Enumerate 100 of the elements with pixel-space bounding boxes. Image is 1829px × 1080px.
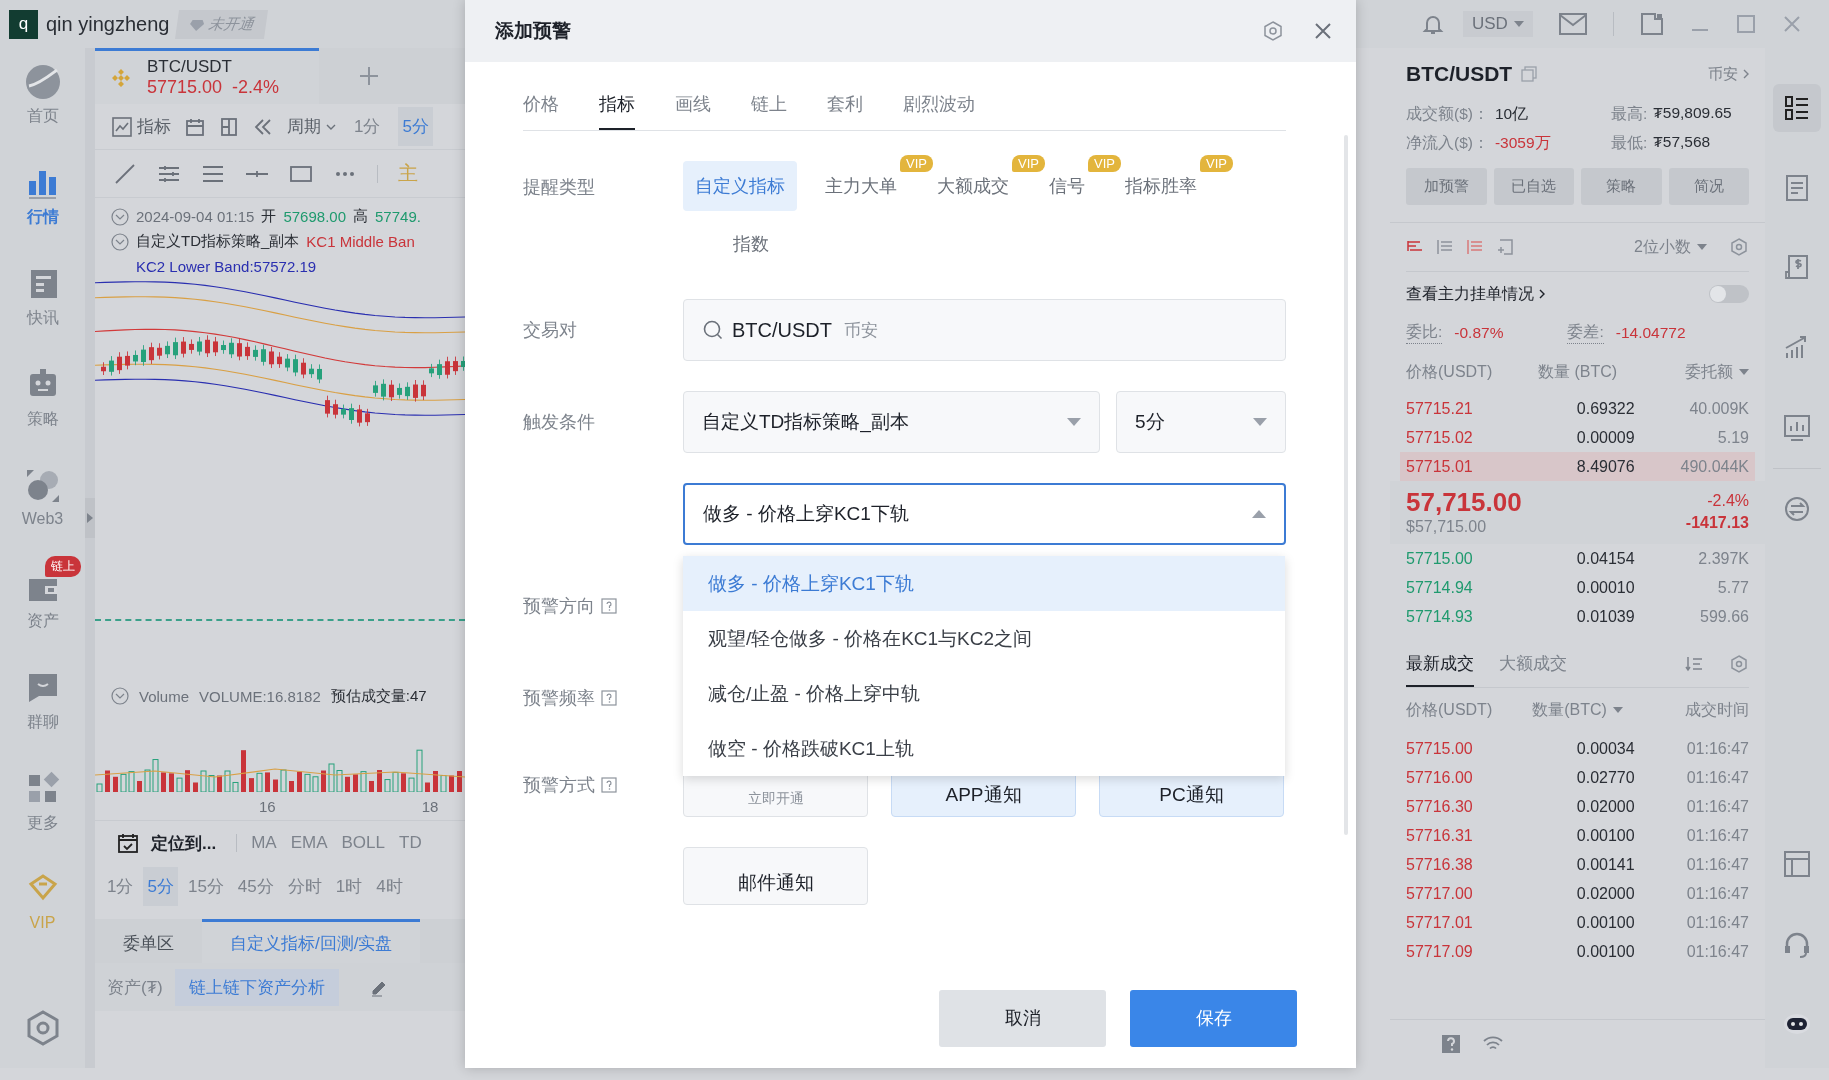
- sidebar-item[interactable]: VIP: [7, 856, 78, 957]
- sidebar-item[interactable]: 更多: [7, 755, 78, 856]
- close-icon[interactable]: [1781, 14, 1802, 34]
- alert-type-tab[interactable]: 价格: [523, 92, 559, 130]
- candle: [221, 340, 226, 355]
- currency-dropdown[interactable]: USD: [1463, 11, 1533, 37]
- collapse-handle[interactable]: [85, 498, 95, 538]
- sidebar-item[interactable]: Web3: [7, 452, 78, 553]
- period-tab[interactable]: 5分: [398, 107, 433, 146]
- toggle-switch[interactable]: [1709, 285, 1749, 303]
- line-tool-icon[interactable]: [113, 161, 137, 186]
- column-header[interactable]: 委托额: [1685, 361, 1749, 383]
- alert-type-tab[interactable]: 套利: [827, 92, 863, 130]
- ask-price: 57715.02: [1406, 428, 1474, 447]
- candle: [205, 334, 210, 358]
- help-icon[interactable]: [601, 598, 617, 614]
- action-button[interactable]: 简况: [1668, 168, 1749, 205]
- sidebar-item[interactable]: 行情: [7, 149, 78, 250]
- settings-icon[interactable]: [1729, 654, 1749, 674]
- action-button[interactable]: 加预警: [1406, 168, 1487, 205]
- period-tab[interactable]: 1分: [103, 866, 138, 906]
- period-tab[interactable]: 15分: [183, 866, 228, 906]
- symbol-price: 57715.00: [147, 77, 223, 98]
- trade-time: 01:16:47: [1686, 884, 1749, 903]
- copy-icon[interactable]: [1520, 65, 1539, 83]
- sidebar-item[interactable]: 链上 资产: [7, 553, 78, 654]
- action-button[interactable]: 策略: [1581, 168, 1662, 205]
- rewind-icon[interactable]: [253, 116, 273, 137]
- main-chart-button[interactable]: 主: [398, 160, 418, 187]
- calendar-icon[interactable]: [185, 116, 205, 137]
- volume-bar: [185, 770, 190, 792]
- collapse-icon[interactable]: [111, 232, 129, 251]
- collapse-icon[interactable]: [111, 207, 129, 226]
- settings-icon[interactable]: [1262, 20, 1284, 42]
- book-asks-icon[interactable]: [1466, 238, 1484, 256]
- book-bids-icon[interactable]: [1436, 238, 1454, 256]
- save-button[interactable]: 保存: [1130, 989, 1297, 1047]
- asset-analysis-button[interactable]: 链上链下资产分析: [174, 968, 339, 1006]
- help-icon[interactable]: [601, 777, 617, 793]
- trades-tab[interactable]: 大额成交: [1499, 641, 1567, 687]
- sidebar-item[interactable]: 策略: [7, 351, 78, 452]
- period-tab[interactable]: 4时: [372, 866, 407, 906]
- add-tab-icon[interactable]: [357, 64, 381, 88]
- period-tab[interactable]: 45分: [233, 866, 278, 906]
- user-avatar[interactable]: q: [9, 9, 38, 39]
- maximize-icon[interactable]: [1735, 14, 1756, 34]
- candle: [373, 380, 378, 398]
- period-dropdown[interactable]: 周期: [287, 115, 336, 138]
- sidebar-item[interactable]: 快讯: [7, 250, 78, 351]
- add-panel-icon[interactable]: [1496, 238, 1514, 256]
- alert-type-tab[interactable]: 指标: [599, 92, 635, 130]
- pair-search-field[interactable]: BTC/USDT 币安: [683, 299, 1286, 361]
- indicator-name: 自定义TD指标策略_副本: [136, 232, 300, 251]
- cancel-button[interactable]: 取消: [939, 989, 1106, 1047]
- indicator-shortcut[interactable]: EMA: [290, 833, 328, 853]
- volume-bar: [457, 771, 462, 792]
- reminder-type-chip[interactable]: 指数: [721, 219, 781, 269]
- period-tab[interactable]: 1分: [350, 107, 385, 146]
- window-icon[interactable]: [1639, 12, 1664, 36]
- sidebar-item[interactable]: 首页: [7, 48, 78, 149]
- menu-item[interactable]: 做多 - 价格上穿KC1下轨: [683, 556, 1285, 611]
- indicator-shortcut[interactable]: TD: [399, 833, 422, 853]
- trade-time: 01:16:47: [1686, 739, 1749, 758]
- exchange-link[interactable]: 币安: [1708, 64, 1749, 84]
- main-orders-link[interactable]: 查看主力挂单情况: [1406, 283, 1545, 305]
- indicator-button[interactable]: 指标: [112, 115, 171, 138]
- period-tab[interactable]: 5分: [143, 866, 178, 906]
- sort-icon[interactable]: [1684, 654, 1704, 674]
- indicator-shortcut[interactable]: MA: [251, 833, 277, 853]
- candle: [293, 354, 298, 377]
- notify-method-button[interactable]: 邮件通知: [683, 847, 868, 905]
- panel-tab[interactable]: 委单区: [95, 919, 202, 963]
- collapse-icon[interactable]: [111, 687, 129, 705]
- reminder-type-chip[interactable]: 自定义指标: [683, 161, 797, 211]
- menu-item[interactable]: 减仓/止盈 - 价格上穿中轨: [683, 666, 1285, 721]
- open-value: 57698.00: [283, 208, 346, 225]
- period-dropdown[interactable]: 5分: [1116, 391, 1286, 453]
- alert-type-tab[interactable]: 剧烈波动: [903, 92, 975, 130]
- help-icon[interactable]: [601, 690, 617, 706]
- settings-icon[interactable]: [1729, 237, 1749, 257]
- strategy-dropdown[interactable]: 自定义TD指标策略_副本: [683, 391, 1100, 453]
- indicator-shortcut[interactable]: BOLL: [341, 833, 385, 853]
- precision-dropdown[interactable]: 2位小数: [1634, 236, 1707, 258]
- layout-icon[interactable]: [219, 116, 239, 137]
- mail-icon[interactable]: [1558, 13, 1587, 35]
- condition-dropdown[interactable]: 做多 - 价格上穿KC1下轨: [683, 483, 1286, 545]
- menu-item[interactable]: 观望/轻仓做多 - 价格在KC1与KC2之间: [683, 611, 1285, 666]
- alert-type-tab[interactable]: 链上: [751, 92, 787, 130]
- alert-type-tab[interactable]: 画线: [675, 92, 711, 130]
- list-icon[interactable]: [1773, 84, 1821, 132]
- period-tab[interactable]: 1时: [331, 866, 367, 906]
- locate-button[interactable]: 定位到...: [117, 831, 217, 855]
- period-tab[interactable]: 分时: [283, 866, 326, 906]
- membership-tag[interactable]: 未开通: [175, 9, 269, 39]
- column-header[interactable]: 数量(BTC): [1532, 699, 1623, 721]
- sidebar-item[interactable]: 群聊: [7, 654, 78, 755]
- trades-tab[interactable]: 最新成交: [1406, 641, 1474, 687]
- help-icon[interactable]: [1440, 1033, 1462, 1055]
- stat-value: -3059万: [1494, 133, 1551, 153]
- action-button[interactable]: 已自选: [1493, 168, 1574, 205]
